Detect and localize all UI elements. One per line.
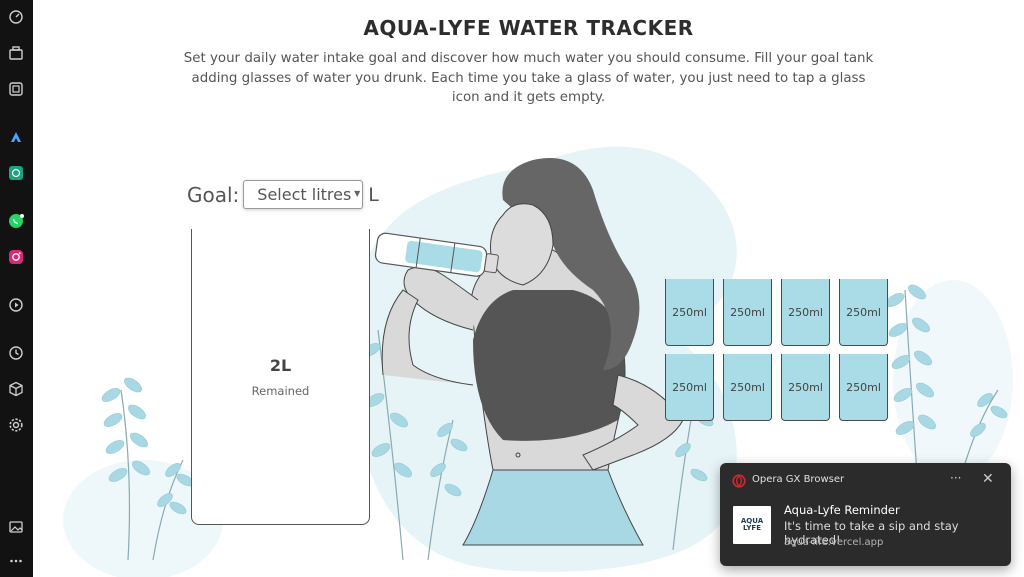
notification-url: aqua-life.vercel.app bbox=[784, 537, 884, 548]
reminder-notification[interactable]: Opera GX Browser ··· ✕ AQUA LYFE Aqua-Ly… bbox=[720, 463, 1011, 566]
speed-dial-icon[interactable] bbox=[6, 7, 26, 27]
goal-select-value: Select litres bbox=[257, 185, 352, 204]
glass-button[interactable]: 250ml bbox=[839, 279, 888, 346]
tank-remaining-label: Remained bbox=[251, 384, 310, 398]
glass-button[interactable]: 250ml bbox=[839, 354, 888, 421]
goal-label: Goal: bbox=[187, 182, 240, 207]
glass-button[interactable]: 250ml bbox=[723, 354, 772, 421]
instagram-icon[interactable] bbox=[6, 247, 26, 267]
aqua-lyfe-logo: AQUA LYFE bbox=[733, 506, 771, 544]
notification-app-name: Opera GX Browser bbox=[752, 474, 845, 485]
extensions-icon[interactable] bbox=[6, 379, 26, 399]
gallery-icon[interactable] bbox=[6, 517, 26, 537]
settings-icon[interactable] bbox=[6, 415, 26, 435]
opera-gx-icon bbox=[732, 474, 746, 488]
goal-litres-select[interactable]: Select litres ▼ bbox=[243, 180, 364, 209]
glass-button[interactable]: 250ml bbox=[665, 279, 714, 346]
glass-button[interactable]: 250ml bbox=[723, 279, 772, 346]
more-options-icon[interactable]: ··· bbox=[950, 471, 961, 485]
history-icon[interactable] bbox=[6, 343, 26, 363]
aria-icon[interactable] bbox=[6, 127, 26, 147]
workspace-icon[interactable] bbox=[6, 43, 26, 63]
glass-button[interactable]: 250ml bbox=[665, 354, 714, 421]
chatgpt-icon[interactable] bbox=[6, 163, 26, 183]
notification-title: Aqua-Lyfe Reminder bbox=[784, 503, 900, 517]
browser-sidebar bbox=[0, 0, 33, 577]
chevron-down-icon: ▼ bbox=[354, 189, 361, 198]
glass-button[interactable]: 250ml bbox=[781, 279, 830, 346]
goal-tank: 2L Remained bbox=[191, 229, 370, 525]
player-icon[interactable] bbox=[6, 295, 26, 315]
tank-remaining-amount: 2L bbox=[269, 356, 292, 375]
app-window: AQUA-LYFE WATER TRACKER Set your daily w… bbox=[0, 0, 1024, 577]
more-icon[interactable] bbox=[6, 551, 26, 571]
goal-row: Goal: Select litres ▼ L bbox=[187, 180, 379, 209]
goal-unit: L bbox=[368, 183, 379, 206]
page-description: Set your daily water intake goal and dis… bbox=[183, 51, 874, 105]
gx-control-icon[interactable] bbox=[6, 79, 26, 99]
close-icon[interactable]: ✕ bbox=[982, 471, 994, 487]
logo-text: AQUA LYFE bbox=[740, 517, 764, 532]
page-title: AQUA-LYFE WATER TRACKER bbox=[363, 16, 694, 40]
glass-button[interactable]: 250ml bbox=[781, 354, 830, 421]
whatsapp-icon[interactable] bbox=[6, 211, 26, 231]
